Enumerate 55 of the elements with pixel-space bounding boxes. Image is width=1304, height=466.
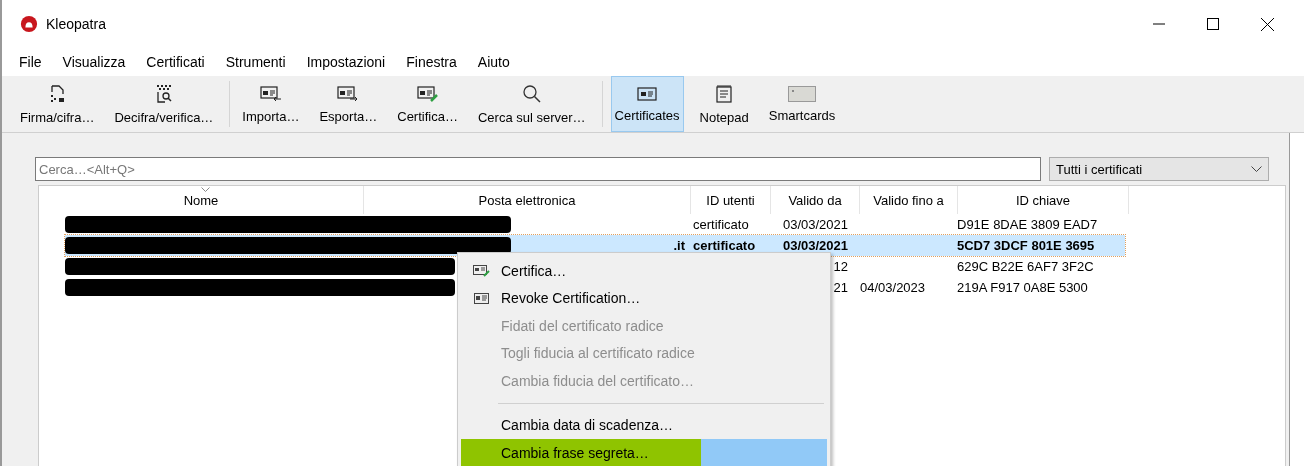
toolbar-button[interactable]: Smartcards (764, 76, 840, 132)
context-menu-item[interactable]: Cambia data di scadenza… (461, 411, 827, 439)
card-pencil-icon (472, 264, 490, 278)
table-cell: certificato (693, 238, 756, 253)
app-logo-icon (20, 15, 38, 33)
menu-item[interactable]: Aiuto (477, 54, 510, 70)
column-header[interactable]: ID chiave (958, 186, 1129, 214)
context-menu-item[interactable]: Cambia frase segreta… (461, 439, 827, 466)
table-cell: 03/03/2021 (782, 238, 848, 253)
context-menu-item[interactable]: Revoke Certification… (461, 284, 827, 312)
menu-item[interactable]: Visualizza (62, 54, 126, 70)
menu-item[interactable]: Certificati (146, 54, 205, 70)
table-cell: 03/03/2021 (782, 217, 848, 232)
card-arrow-left-icon (259, 84, 282, 103)
search-icon (521, 83, 542, 104)
menu-item[interactable]: Finestra (406, 54, 457, 70)
toolbar-button[interactable]: Certificates (610, 76, 684, 132)
close-icon[interactable] (1261, 17, 1274, 31)
toolbar-button[interactable]: Importa… (238, 76, 304, 132)
window-title: Kleopatra (46, 16, 106, 32)
smartcard-icon (788, 85, 816, 102)
filter-dropdown[interactable]: Tutti i certificati (1049, 157, 1269, 181)
search-field[interactable]: Cerca…<Alt+Q> (35, 157, 1041, 181)
menu-item[interactable]: Strumenti (225, 54, 286, 70)
table-cell[interactable]: 629C B22E 6AF7 3F2C (957, 259, 1094, 274)
column-header[interactable]: ID utenti (691, 186, 771, 214)
table-cell: 12 (833, 259, 848, 274)
toolbar-button[interactable]: Firma/cifra… (16, 76, 99, 132)
column-header[interactable]: Nome (39, 186, 364, 214)
table-cell: 21 (833, 280, 848, 295)
column-header[interactable]: Valido da (771, 186, 860, 214)
table-cell[interactable]: D91E 8DAE 3809 EAD7 (957, 217, 1098, 232)
notepad-icon (714, 83, 735, 104)
card-arrow-right-icon (337, 84, 360, 103)
maximize-icon[interactable] (1207, 18, 1219, 30)
menu-item[interactable]: File (19, 54, 42, 70)
table-cell: certificato (693, 217, 749, 232)
toolbar-button[interactable]: Decifra/verifica… (110, 76, 218, 132)
chevron-down-icon (1251, 165, 1262, 173)
table-cell-text: .it (673, 238, 686, 253)
id-card-icon (637, 85, 658, 102)
card-pencil-icon (416, 84, 439, 103)
menu-item[interactable]: Impostazioni (306, 54, 386, 70)
toolbar-button[interactable]: Notepad (695, 76, 753, 132)
toolbar-button[interactable]: Cerca sul server… (473, 76, 590, 132)
column-header[interactable]: Valido fino a (860, 186, 958, 214)
toolbar-button[interactable]: Certifica… (393, 76, 462, 132)
table-cell[interactable]: 5CD7 3DCF 801E 3695 (957, 238, 1095, 253)
column-header[interactable]: Posta elettronica (364, 186, 691, 214)
toolbar-button[interactable]: Esporta… (315, 76, 382, 132)
table-cell: 04/03/2023 (860, 280, 926, 295)
sort-chevron-icon (201, 187, 210, 192)
context-menu-item[interactable]: Certifica… (461, 257, 827, 285)
id-card-icon (473, 292, 489, 304)
table-cell[interactable]: 219A F917 0A8E 5300 (957, 280, 1088, 295)
